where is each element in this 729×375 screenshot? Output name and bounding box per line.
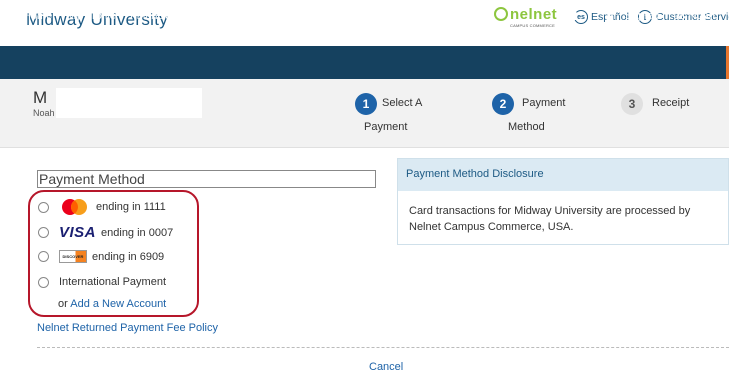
step-2-label-line2: Method bbox=[508, 121, 545, 133]
payment-method-title: Payment Method bbox=[37, 170, 376, 188]
divider bbox=[37, 347, 729, 348]
highlight-bracket bbox=[28, 190, 199, 317]
nelnet-logo: nelnet bbox=[510, 6, 558, 23]
redaction-box bbox=[56, 88, 202, 118]
nav-bar bbox=[0, 46, 729, 79]
nav-financial-accounts[interactable]: Financial Accounts bbox=[130, 10, 222, 22]
cancel-link[interactable]: Cancel bbox=[369, 361, 403, 373]
signed-in-label: Signed in as Noah bbox=[625, 10, 715, 22]
nelnet-logo-icon bbox=[494, 7, 508, 21]
signed-in-menu[interactable]: Signed in as Noah bbox=[606, 10, 715, 22]
disclosure-title: Payment Method Disclosure bbox=[406, 168, 544, 180]
lock-icon bbox=[606, 11, 614, 21]
step-2-indicator: 2 bbox=[492, 93, 514, 115]
bell-icon[interactable] bbox=[566, 9, 580, 24]
step-1-indicator: 1 bbox=[355, 93, 377, 115]
user-name: M bbox=[33, 88, 48, 107]
step-2-label: Payment bbox=[522, 97, 566, 109]
nelnet-logo-subtitle: CAMPUS COMMERCE bbox=[510, 23, 556, 28]
disclosure-body: Card transactions for Midway University … bbox=[409, 205, 691, 233]
fee-policy-link[interactable]: Nelnet Returned Payment Fee Policy bbox=[37, 322, 218, 334]
nav-home[interactable]: Home bbox=[23, 10, 52, 22]
step-1-label-line2: Payment bbox=[364, 121, 408, 133]
step-3-label: Receipt bbox=[652, 97, 690, 109]
step-1-label: Select A bbox=[382, 97, 423, 109]
step-3-indicator: 3 bbox=[621, 93, 643, 115]
nav-my-profile[interactable]: My Profile bbox=[67, 10, 116, 22]
